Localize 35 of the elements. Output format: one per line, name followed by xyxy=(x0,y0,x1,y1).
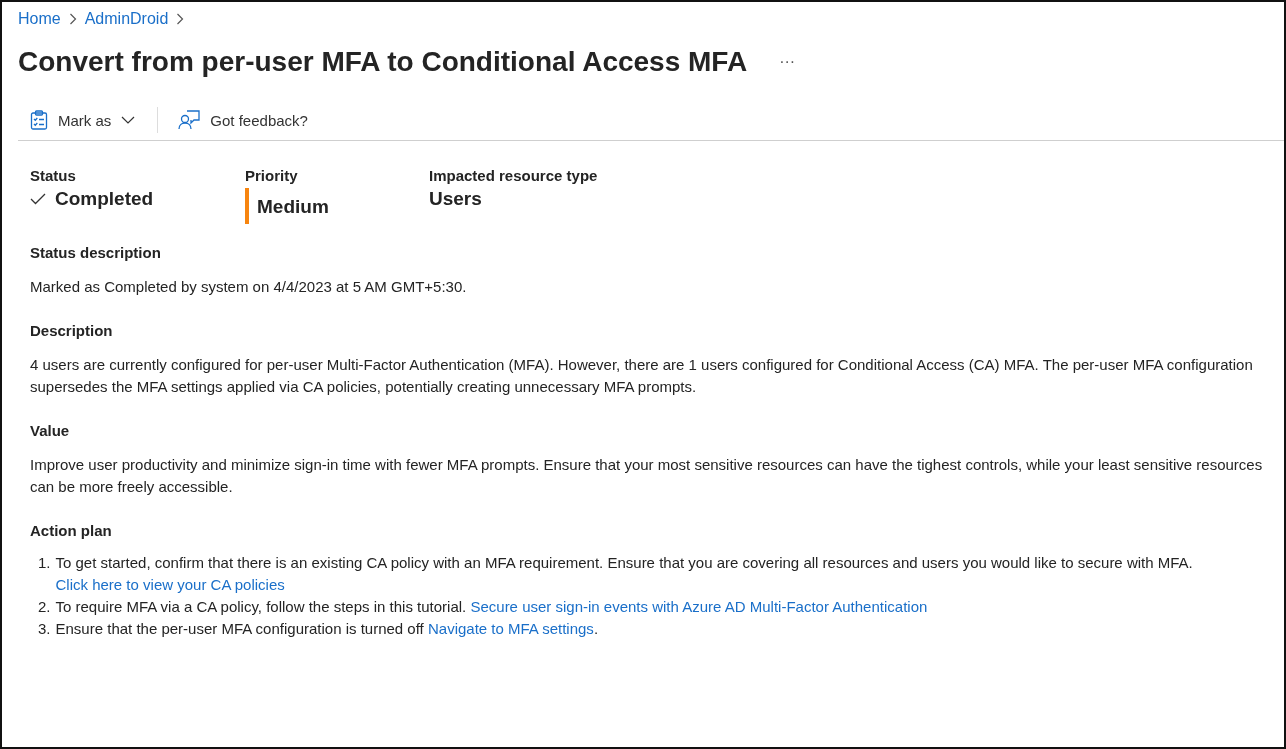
section-text: 4 users are currently configured for per-user Multi-Factor Authentication (MFA). However, there are 1 users configured for Conditional Access (CA) MFA. The per-user MFA configuration supersedes the MFA settings applied via CA policies, potentially creating unnecessary MFA prompts. xyxy=(30,355,1254,397)
field-value: Users xyxy=(429,188,482,210)
breadcrumb-link[interactable]: Home xyxy=(18,10,61,28)
step-text: Ensure that the per-user MFA configuration is turned off Navigate to MFA settings. xyxy=(55,619,599,639)
priority-bar xyxy=(245,188,249,224)
chevron-down-icon xyxy=(121,116,136,124)
step-link[interactable]: Secure user sign-in events with Azure AD Multi-Factor Authentication xyxy=(470,598,928,615)
section-text: Improve user productivity and minimize sign-in time with fewer MFA prompts. Ensure that your most sensitive resources can have the tighest controls, while your least sensitive resources can be more freely accessible. xyxy=(30,455,1264,497)
page-title: Convert from per-user MFA to Conditional Access MFA xyxy=(18,46,748,78)
breadcrumb-link[interactable]: AdminDroid xyxy=(84,10,169,28)
field-value: Completed xyxy=(55,188,154,210)
field-value: Medium xyxy=(257,195,329,219)
field-label: Priority xyxy=(245,167,299,184)
step-number: 1. xyxy=(38,553,51,573)
step-link[interactable]: Navigate to MFA settings xyxy=(427,620,594,637)
step-link[interactable]: Click here to view your CA policies xyxy=(55,576,285,593)
step-text: To require MFA via a CA policy, follow the steps in this tutorial. Secure user sign-in events with Azure AD Multi-Factor Authentication xyxy=(55,597,928,617)
field-label: Status xyxy=(30,167,77,184)
chevron-icon xyxy=(176,13,185,25)
step-number: 2. xyxy=(38,597,51,617)
clipboard-icon xyxy=(30,110,48,130)
section-heading: Action plan xyxy=(30,522,113,539)
checkmark-icon xyxy=(30,193,46,205)
mark-as-button[interactable]: Mark as xyxy=(24,106,142,134)
feedback-icon xyxy=(178,110,201,130)
chevron-icon xyxy=(68,13,77,25)
section-text: Marked as Completed by system on 4/4/2023 at 5 AM GMT+5:30. xyxy=(30,277,468,297)
section-heading: Value xyxy=(30,422,71,439)
more-button[interactable]: ··· xyxy=(775,51,800,73)
feedback-button[interactable]: Got feedback? xyxy=(172,106,314,134)
step-number: 3. xyxy=(38,619,51,639)
section-heading: Status description xyxy=(30,244,162,261)
field-label: Impacted resource type xyxy=(429,167,598,184)
step-text: To get started, confirm that there is an existing CA policy with an MFA requirement. Ensure that you are covering all resources and users you would like to secure with MFA. Click here to view your CA policies xyxy=(55,553,1194,595)
section-heading: Description xyxy=(30,322,114,339)
